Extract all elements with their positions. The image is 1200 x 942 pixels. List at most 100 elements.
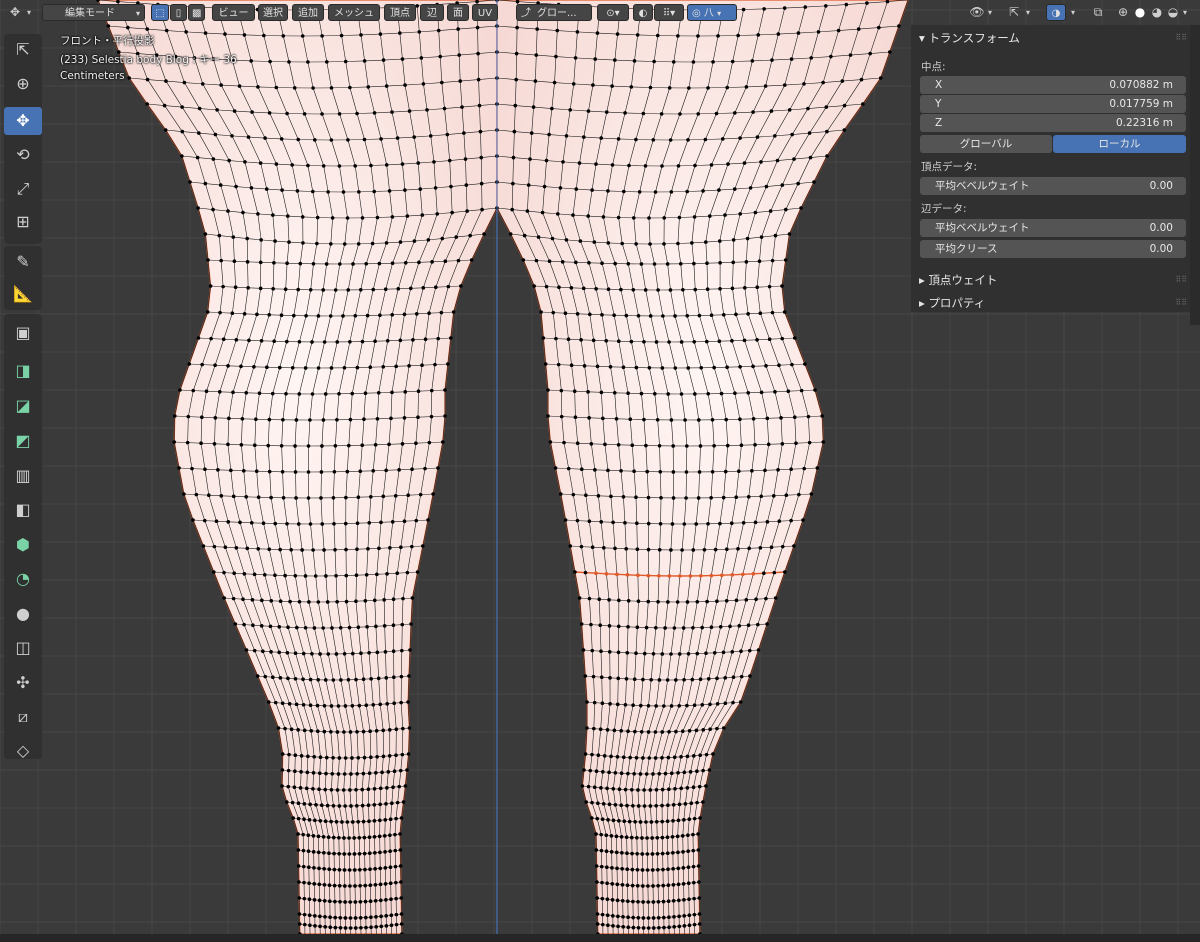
menu-uv[interactable]: UV	[472, 4, 498, 21]
shrink-icon[interactable]: ✣	[4, 669, 42, 697]
edge-crease-field[interactable]: 平均クリース 0.00	[920, 240, 1186, 258]
mesh-vertex	[263, 674, 268, 679]
menu-view[interactable]: ビュー	[212, 4, 255, 21]
sidebar-tabs[interactable]	[1190, 25, 1200, 325]
mesh-vertex	[599, 864, 604, 869]
mesh-vertex	[363, 899, 368, 904]
overlays-button[interactable]: ◑	[1046, 4, 1066, 21]
mesh-vertex	[196, 336, 201, 340]
proportional-editing-button[interactable]: ◎ 八 ▾	[687, 4, 737, 21]
snap-toggle-button[interactable]: ◐	[633, 4, 653, 21]
mesh-vertex	[376, 391, 381, 395]
tweak-icon[interactable]: ⇱	[4, 36, 42, 64]
edge-bevel-weight-field[interactable]: 平均ベベルウェイト 0.00	[920, 219, 1186, 237]
local-toggle-button[interactable]: ローカル	[1053, 135, 1186, 153]
mode-selector[interactable]: 編集モード ▾	[42, 4, 145, 21]
mesh-vertex	[654, 820, 659, 824]
chevron-down-icon[interactable]: ▾	[985, 4, 995, 21]
mesh-vertex	[679, 340, 684, 344]
poly-build-icon[interactable]: ⬢	[4, 531, 42, 559]
shear-icon[interactable]: ⧄	[4, 703, 42, 731]
mesh-vertex	[806, 106, 810, 111]
smooth-icon[interactable]: ●	[4, 600, 42, 628]
chevron-down-icon[interactable]: ▾	[24, 4, 34, 21]
move-icon[interactable]: ✥	[4, 107, 42, 135]
measure-icon[interactable]: 📐	[4, 280, 42, 308]
median-x-field[interactable]: X 0.070882 m	[920, 76, 1186, 94]
vertex-select-mode-button[interactable]: ⬚	[151, 4, 169, 21]
global-toggle-button[interactable]: グローバル	[920, 135, 1052, 153]
mesh-vertex	[390, 801, 394, 806]
mesh-vertex	[337, 852, 341, 856]
transform-orientation-dropdown[interactable]: ⤴ グロー...	[516, 4, 592, 21]
menu-mesh[interactable]: メッシュ	[328, 4, 380, 21]
mesh-vertex	[273, 573, 277, 578]
mesh-vertex	[685, 444, 689, 448]
transform-icon[interactable]: ⊞	[4, 208, 42, 236]
mesh-vertex	[540, 210, 545, 215]
cursor-icon[interactable]: ⊕	[4, 70, 42, 98]
edge-select-mode-button[interactable]: ▯	[170, 4, 187, 21]
vertex-bevel-weight-field[interactable]: 平均ベベルウェイト 0.00	[920, 177, 1186, 195]
mesh-vertex	[653, 730, 658, 734]
vertex-weights-section-header[interactable]: ▸ 頂点ウェイト	[919, 272, 997, 288]
gizmo-icon[interactable]: ⇱	[1005, 4, 1023, 21]
mesh-vertex	[731, 700, 735, 705]
add-cube-icon[interactable]: ▣	[4, 319, 42, 347]
transform-section-header[interactable]: ▾ トランスフォーム	[919, 30, 1020, 46]
mesh-vertex	[599, 390, 604, 395]
inset-icon[interactable]: ◪	[4, 392, 42, 420]
solid-shading-icon[interactable]: ●	[1131, 4, 1149, 21]
snap-target-dropdown[interactable]: ⠿▾	[654, 4, 684, 21]
mesh-vertex	[725, 547, 729, 552]
mesh-vertex	[776, 32, 781, 36]
drag-grip-icon[interactable]: ⠿⠿	[1175, 275, 1187, 284]
drag-grip-icon[interactable]: ⠿⠿	[1175, 33, 1187, 42]
menu-vertex[interactable]: 頂点	[384, 4, 416, 21]
mesh-vertex	[731, 675, 736, 680]
mesh-vertex	[734, 495, 738, 500]
mesh-vertex	[312, 898, 317, 902]
chevron-down-icon[interactable]: ▾	[1180, 4, 1190, 21]
mesh-vertex	[765, 622, 769, 626]
mesh-vertex	[363, 599, 368, 603]
mesh-vertex	[745, 236, 750, 241]
chevron-down-icon[interactable]: ▾	[1023, 4, 1033, 21]
editor-type-icon[interactable]: ✥	[6, 4, 24, 21]
mesh-vertex	[343, 926, 348, 930]
mesh-vertex	[333, 899, 337, 904]
pivot-point-dropdown[interactable]: ⊙▾	[597, 4, 629, 21]
transform-title: トランスフォーム	[928, 31, 1020, 45]
mesh-vertex	[601, 416, 605, 421]
knife-icon[interactable]: ◧	[4, 496, 42, 524]
properties-section-header[interactable]: ▸ プロパティ	[919, 295, 985, 311]
menu-select[interactable]: 選択	[258, 4, 288, 21]
menu-add[interactable]: 追加	[292, 4, 324, 21]
face-select-mode-button[interactable]: ▩	[188, 4, 205, 21]
edge-slide-icon[interactable]: ◫	[4, 634, 42, 662]
xray-icon[interactable]: ⧉	[1089, 4, 1107, 21]
drag-grip-icon[interactable]: ⠿⠿	[1175, 298, 1187, 307]
scale-icon[interactable]: ⤢	[4, 175, 42, 203]
median-y-field[interactable]: Y 0.017759 m	[920, 95, 1186, 113]
mesh-vertex	[897, 24, 901, 28]
menu-face[interactable]: 面	[447, 4, 469, 21]
median-z-field[interactable]: Z 0.22316 m	[920, 114, 1186, 132]
mesh-vertex	[704, 784, 708, 788]
rip-icon[interactable]: ◇	[4, 737, 42, 765]
extrude-icon[interactable]: ◨	[4, 357, 42, 385]
mesh-vertex	[755, 285, 760, 290]
mesh-vertex	[343, 916, 348, 920]
mesh-vertex	[796, 181, 800, 186]
visibility-icon[interactable]: 👁	[968, 4, 986, 21]
wireframe-shading-icon[interactable]: ⊕	[1114, 4, 1132, 21]
mesh-vertex	[706, 86, 710, 90]
mesh-vertex	[684, 496, 688, 500]
annotate-icon[interactable]: ✎	[4, 248, 42, 276]
chevron-down-icon[interactable]: ▾	[1068, 4, 1078, 21]
loop-cut-icon[interactable]: ▥	[4, 462, 42, 490]
bevel-icon[interactable]: ◩	[4, 427, 42, 455]
rotate-icon[interactable]: ⟲	[4, 141, 42, 169]
spin-icon[interactable]: ◔	[4, 565, 42, 593]
menu-edge[interactable]: 辺	[420, 4, 444, 21]
